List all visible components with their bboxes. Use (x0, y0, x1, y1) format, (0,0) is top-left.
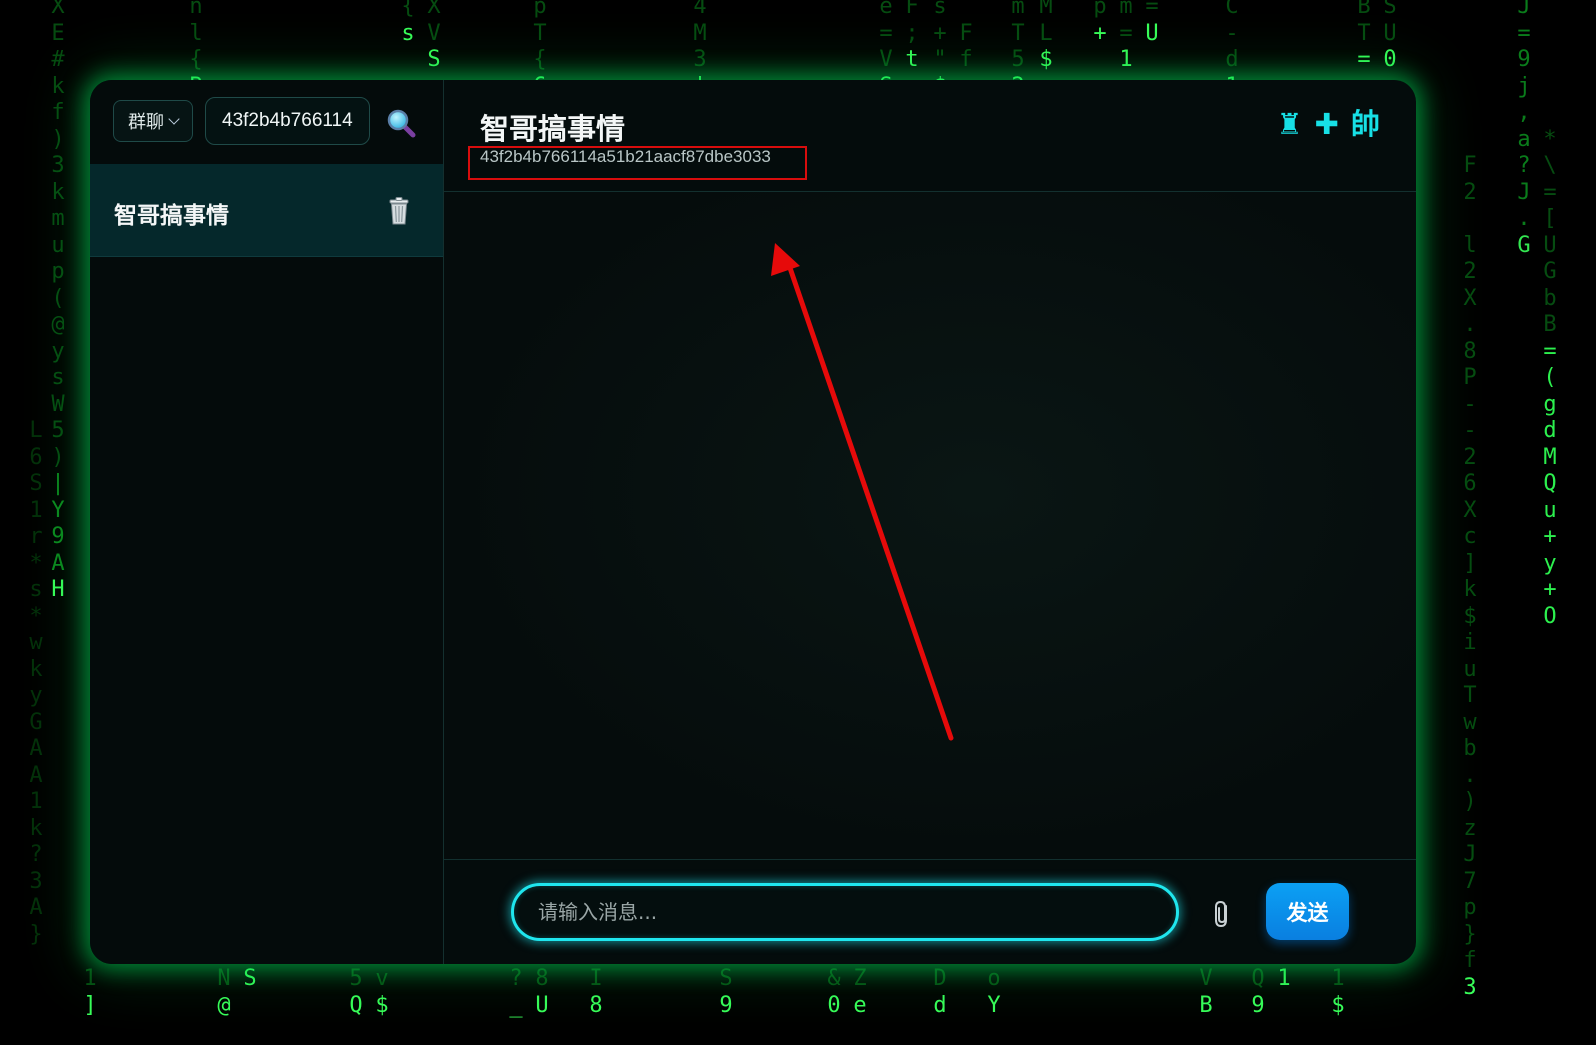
rain-column: B T = (1357, 0, 1371, 72)
search-input[interactable] (205, 97, 370, 145)
sidebar: 群聊 智哥搞事情 (90, 80, 444, 964)
rain-column: m = 1 (1119, 0, 1133, 72)
rain-column: N @ (217, 966, 231, 1018)
rain-column: 1] (83, 966, 97, 1018)
conversation-name: 智哥搞事情 (114, 203, 229, 229)
rain-column: p + (1093, 0, 1107, 46)
general-piece-icon[interactable]: 帥 (1351, 108, 1380, 140)
rain-column: XVS (427, 0, 441, 72)
message-input[interactable] (511, 883, 1179, 941)
trash-icon[interactable] (388, 197, 410, 225)
message-list[interactable] (444, 192, 1416, 860)
rain-column: J = 9 j, a? J. G (1517, 0, 1531, 258)
sidebar-toolbar: 群聊 (90, 80, 443, 165)
conversation-item[interactable]: 智哥搞事情 (90, 164, 443, 257)
rain-column: Q9 (1251, 966, 1265, 1018)
rain-column: 5Q (349, 966, 363, 1018)
rain-column: 8U (535, 966, 549, 1018)
chat-app-window: 群聊 智哥搞事情 (90, 80, 1416, 964)
rain-column: I8 (589, 966, 603, 1018)
rain-column: {s (401, 0, 415, 46)
rain-column: VB (1199, 966, 1213, 1018)
rain-column: = U (1145, 0, 1159, 46)
rain-column: F2 l 2 X. 8 P - -2 6 Xc] k $ i u Tw b.) z J 7 p} f 3 (1463, 153, 1477, 1000)
rook-icon[interactable]: ♜ (1277, 108, 1303, 140)
chat-mode-select[interactable]: 群聊 (113, 100, 193, 142)
plus-icon[interactable]: ✚ (1315, 108, 1339, 140)
paperclip-icon[interactable] (1212, 898, 1234, 930)
rain-column: Dd (933, 966, 947, 1018)
rain-column: oY (987, 966, 1001, 1018)
chat-title: 智哥搞事情 (480, 112, 626, 146)
magnifier-icon[interactable] (386, 108, 416, 138)
rain-column: & 0 (827, 966, 841, 1018)
rain-column: * \ =[U Gb B =(g d M Qu + y + O (1543, 126, 1557, 629)
rain-column: S9 (719, 966, 733, 1018)
annotation-highlight-box (468, 146, 807, 180)
chat-panel: 智哥搞事情 43f2b4b766114a51b21aacf87dbe3033 ♜… (444, 80, 1416, 964)
rain-column: v $ (375, 966, 389, 1018)
composer: 发送 (444, 859, 1416, 964)
rain-column: S (243, 966, 257, 991)
rain-column: ? _ (509, 966, 523, 1018)
send-button[interactable]: 发送 (1266, 883, 1349, 940)
rain-column: 1 (1277, 966, 1291, 991)
rain-column: F; t (905, 0, 919, 72)
rain-column: M L $ (1039, 0, 1053, 72)
header-actions: ♜ ✚ 帥 (1277, 108, 1380, 140)
rain-column: SU0 (1383, 0, 1397, 72)
chat-mode-label: 群聊 (128, 112, 164, 133)
rain-column: Ze (853, 966, 867, 1018)
chevron-down-icon (168, 113, 180, 125)
rain-column: L 6 S 1 r * s * w k y G A A 1 k? 3 A} (29, 418, 43, 947)
chat-header: 智哥搞事情 43f2b4b766114a51b21aacf87dbe3033 ♜… (444, 80, 1416, 192)
rain-column: X E # k f) 3 k m u p(@ y s W 5) | Y 9 A H (51, 0, 65, 602)
rain-column: 1 $ (1331, 966, 1345, 1018)
